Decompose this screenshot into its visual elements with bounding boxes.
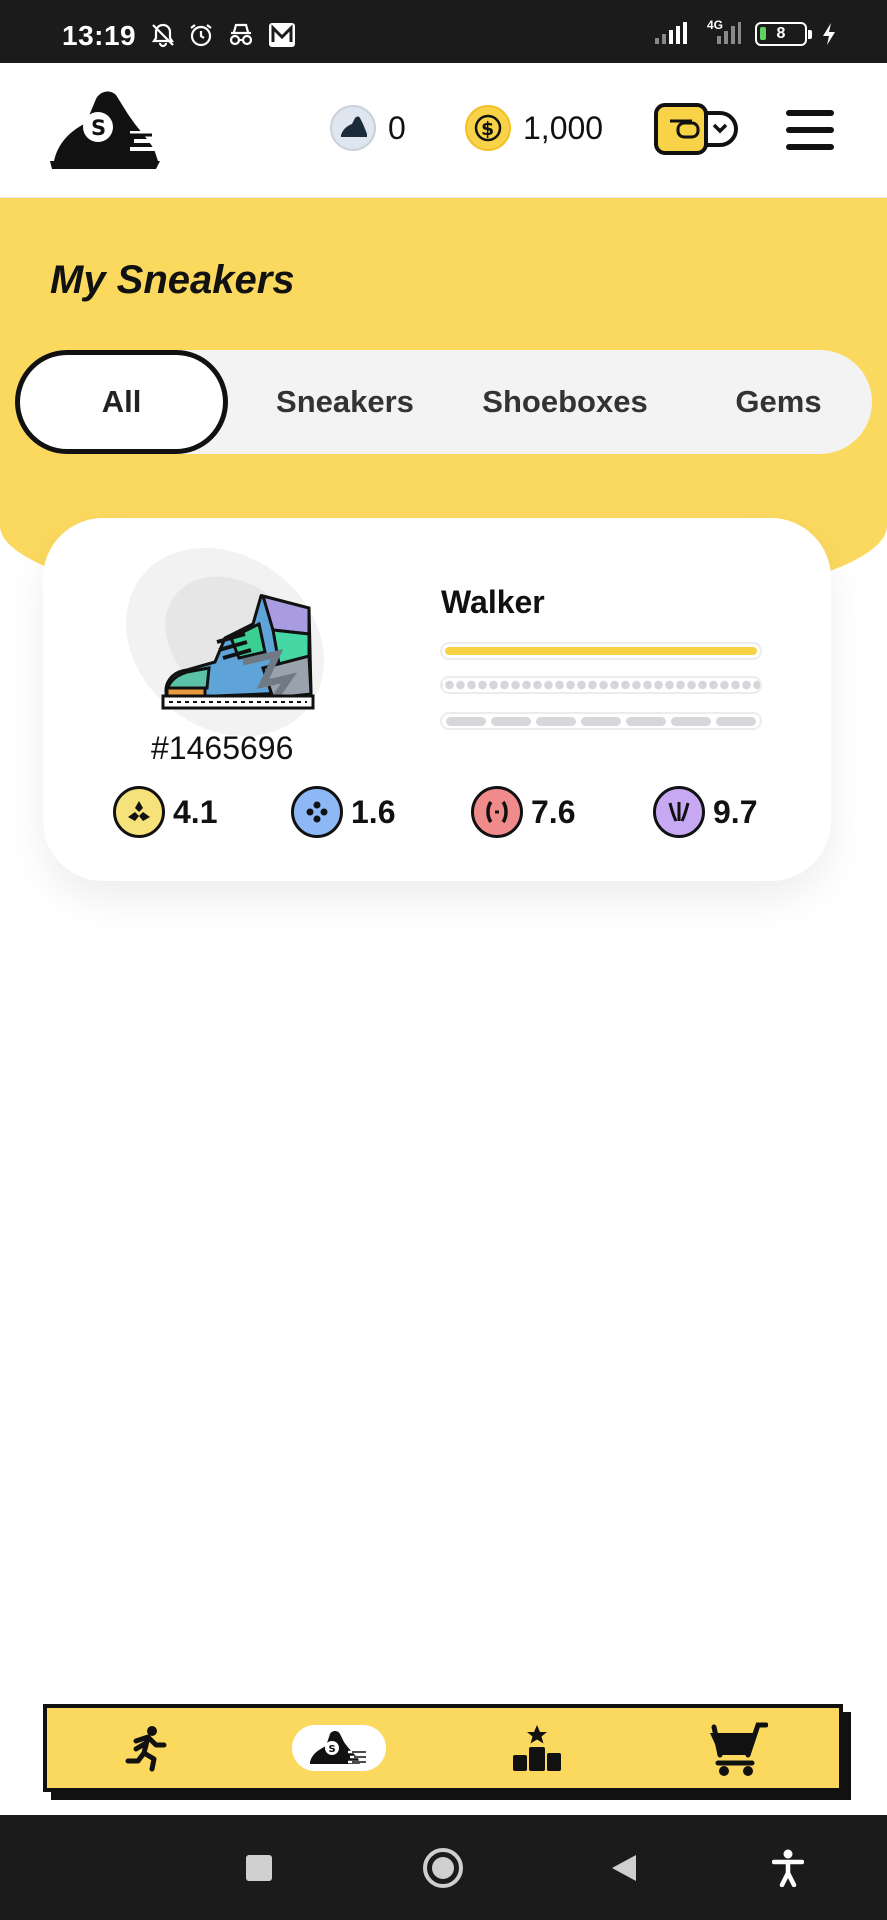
system-nav-bar xyxy=(0,1815,887,1920)
recents-button[interactable] xyxy=(246,1855,272,1881)
signal-icon xyxy=(655,22,687,44)
efficiency-value: 4.1 xyxy=(173,793,218,830)
resilience-value: 9.7 xyxy=(713,793,758,830)
leaderboard-icon[interactable] xyxy=(487,1708,587,1788)
durability-bar xyxy=(440,676,762,694)
battery-level: 8 xyxy=(776,25,786,42)
gold-counter[interactable]: $ 1,000 xyxy=(465,105,603,151)
sneaker-name: Walker xyxy=(441,584,545,620)
stat-luck: 1.6 xyxy=(291,786,395,838)
stat-efficiency: 4.1 xyxy=(113,786,217,838)
energy-sneaker-icon xyxy=(330,105,376,151)
m-app-icon xyxy=(269,23,295,47)
charging-icon xyxy=(823,23,835,45)
sneakers-icon[interactable]: S xyxy=(289,1708,389,1788)
notification-icons xyxy=(150,22,296,48)
gold-count: 1,000 xyxy=(523,109,604,146)
level-progress-fill xyxy=(445,647,757,655)
wallet-icon[interactable] xyxy=(654,103,740,155)
bottom-nav: S xyxy=(43,1704,843,1792)
run-icon[interactable] xyxy=(97,1708,197,1788)
sneaker-id: #1465696 xyxy=(151,730,294,766)
home-button[interactable] xyxy=(423,1848,463,1888)
signal-icon xyxy=(717,22,741,44)
comfort-value: 7.6 xyxy=(531,793,576,830)
sneaker-card[interactable]: #1465696 Walker 4.1 1.6 7.6 9.7 xyxy=(43,518,831,881)
sneaker-image xyxy=(113,538,353,738)
svg-text:S: S xyxy=(329,1744,336,1755)
cart-icon[interactable] xyxy=(687,1708,787,1788)
tab-sneakers[interactable]: Sneakers xyxy=(245,350,445,454)
battery-icon: 8 xyxy=(755,22,812,46)
svg-text:S: S xyxy=(91,116,106,140)
mint-bar xyxy=(440,712,762,730)
luck-value: 1.6 xyxy=(351,793,396,830)
energy-count: 0 xyxy=(388,109,406,146)
tab-gems[interactable]: Gems xyxy=(685,350,872,454)
bell-off-icon xyxy=(151,23,175,48)
comfort-icon xyxy=(471,786,523,838)
stat-resilience: 9.7 xyxy=(653,786,757,838)
app-logo[interactable]: S xyxy=(48,77,164,182)
tab-shoeboxes[interactable]: Shoeboxes xyxy=(445,350,685,454)
alarm-icon xyxy=(190,24,212,47)
incognito-icon xyxy=(229,23,253,46)
stat-comfort: 7.6 xyxy=(471,786,575,838)
back-button[interactable] xyxy=(610,1853,638,1888)
gold-coin-icon: $ xyxy=(465,105,511,151)
svg-text:$: $ xyxy=(481,118,494,140)
app-header: S 0 $ 1,000 xyxy=(0,63,887,198)
luck-icon xyxy=(291,786,343,838)
status-bar: 13:19 4G 8 xyxy=(0,0,887,63)
level-progress-bar xyxy=(440,642,762,660)
clock: 13:19 xyxy=(62,20,137,51)
menu-icon[interactable] xyxy=(786,110,834,150)
efficiency-icon xyxy=(113,786,165,838)
page-title: My Sneakers xyxy=(50,258,295,302)
energy-counter[interactable]: 0 xyxy=(330,105,406,151)
signal-4g: 4G xyxy=(701,18,741,46)
category-tabs: All Sneakers Shoeboxes Gems xyxy=(15,350,872,454)
tab-all[interactable]: All xyxy=(15,350,228,454)
resilience-icon xyxy=(653,786,705,838)
system-status: 4G 8 xyxy=(653,18,837,46)
accessibility-button[interactable] xyxy=(771,1849,805,1892)
